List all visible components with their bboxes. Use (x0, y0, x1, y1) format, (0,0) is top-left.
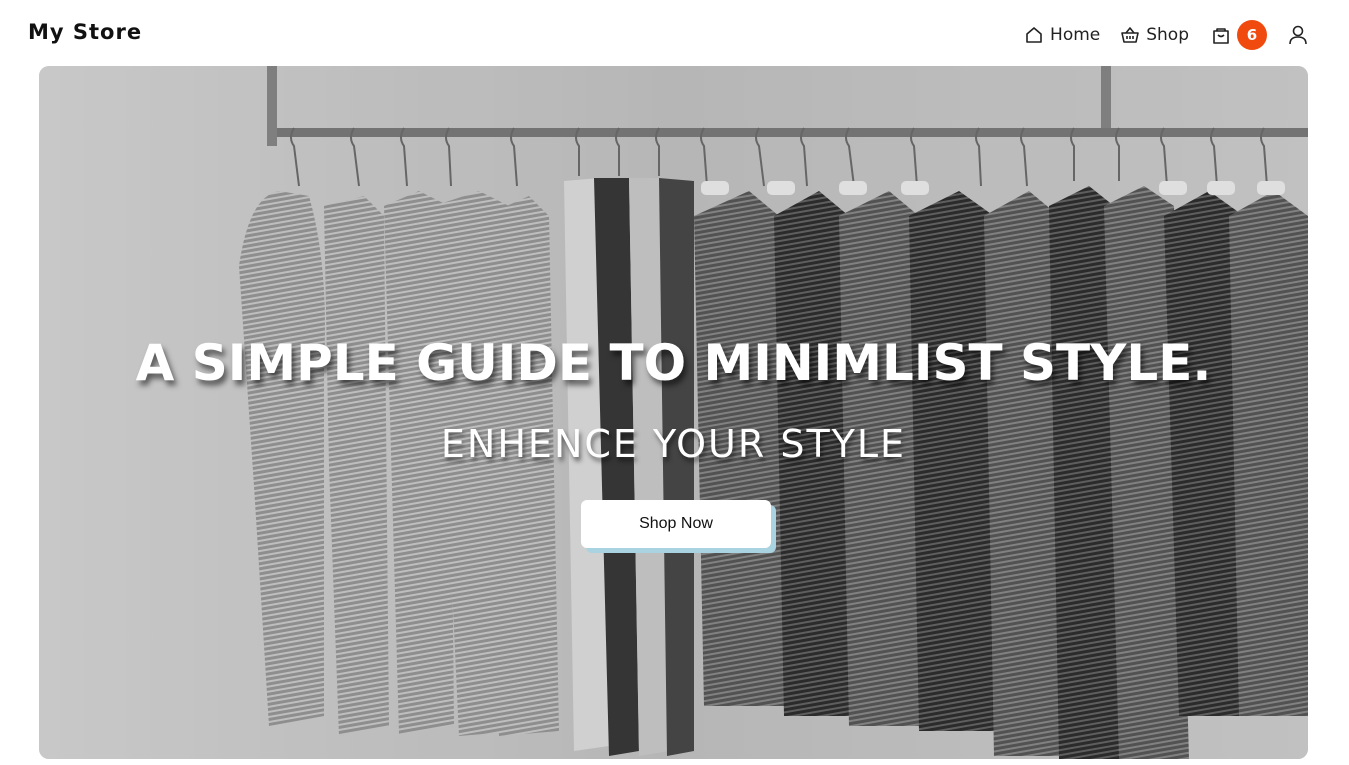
nav-menu: Home Shop 6 (1004, 20, 1309, 50)
brand-logo[interactable]: My Store (28, 20, 142, 44)
shopping-bag-icon (1213, 28, 1229, 44)
hero-title: A SIMPLE GUIDE TO MINIMLIST STYLE. (135, 334, 1212, 392)
home-icon (1026, 27, 1042, 43)
shop-now-button[interactable]: Shop Now (581, 500, 771, 548)
cart-button[interactable]: 6 (1211, 20, 1267, 50)
hero-overlay (39, 66, 1308, 759)
navbar: My Store Home Shop 6 (0, 0, 1349, 66)
nav-home-label: Home (1050, 25, 1101, 45)
hero-banner: A SIMPLE GUIDE TO MINIMLIST STYLE. ENHEN… (39, 66, 1308, 759)
nav-home-link[interactable]: Home (1024, 25, 1100, 45)
hero-subtitle: ENHENCE YOUR STYLE (440, 422, 907, 466)
basket-icon (1121, 27, 1140, 43)
nav-shop-label: Shop (1146, 25, 1189, 45)
nav-shop-link[interactable]: Shop (1120, 25, 1189, 45)
account-button[interactable] (1287, 24, 1309, 46)
cart-count-badge: 6 (1237, 20, 1267, 50)
user-icon (1289, 25, 1307, 45)
